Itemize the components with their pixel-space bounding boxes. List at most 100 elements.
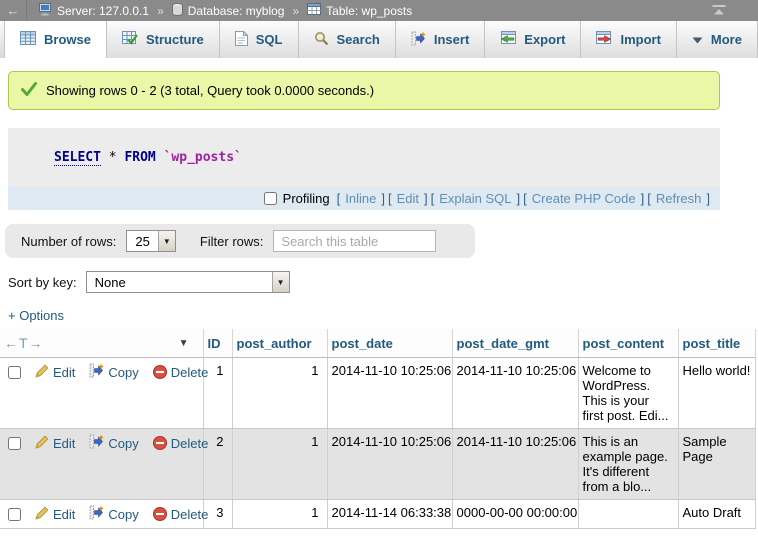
tab-structure[interactable]: Structure xyxy=(107,21,220,58)
breadcrumb-table-label: Table: wp_posts xyxy=(326,4,412,18)
database-icon xyxy=(172,3,183,19)
breadcrumb-table[interactable]: Table: wp_posts xyxy=(307,3,412,18)
table-header-row: ←T→ ▼ ID post_author post_date post_date… xyxy=(0,329,755,358)
sql-keyword-select[interactable]: SELECT xyxy=(54,150,101,166)
delete-icon xyxy=(153,365,167,379)
breadcrumb-separator: » xyxy=(292,4,299,18)
tab-export-label: Export xyxy=(524,32,565,47)
tab-import-label: Import xyxy=(620,32,660,47)
search-icon xyxy=(314,31,329,49)
copy-row-link[interactable]: Copy xyxy=(89,363,138,381)
import-icon xyxy=(596,31,612,48)
copy-row-link[interactable]: Copy xyxy=(89,505,138,523)
sort-by-key-value: None xyxy=(87,275,272,290)
pencil-icon xyxy=(35,506,49,523)
refresh-link[interactable]: Refresh xyxy=(656,191,702,206)
status-message: Showing rows 0 - 2 (3 total, Query took … xyxy=(8,71,720,110)
query-footer: Profiling [ Inline ] [ Edit ] [ Explain … xyxy=(8,187,720,210)
column-menu-icon[interactable]: ▼ xyxy=(179,338,189,349)
server-icon xyxy=(39,3,52,19)
bracket: [ xyxy=(523,191,527,206)
copy-label: Copy xyxy=(108,365,138,380)
column-header-post-date-gmt[interactable]: post_date_gmt xyxy=(452,329,578,358)
cell-post-author: 1 xyxy=(232,358,327,429)
tab-export[interactable]: Export xyxy=(485,21,581,58)
sort-control-row: Sort by key: None ▼ xyxy=(8,271,758,293)
rows-control-bar: Number of rows: 25 ▼ Filter rows: xyxy=(5,224,475,258)
edit-label: Edit xyxy=(53,436,75,451)
explain-sql-link[interactable]: Explain SQL xyxy=(439,191,511,206)
tab-sql[interactable]: SQL xyxy=(220,21,299,58)
breadcrumb-server[interactable]: Server: 127.0.0.1 xyxy=(39,3,149,19)
export-icon xyxy=(500,31,516,48)
edit-query-link[interactable]: Edit xyxy=(397,191,419,206)
bracket: ] xyxy=(706,191,710,206)
copy-icon xyxy=(89,434,104,452)
sort-by-key-select[interactable]: None ▼ xyxy=(86,271,290,293)
profiling-label: Profiling xyxy=(283,191,330,206)
copy-icon xyxy=(89,505,104,523)
table-row: Edit Copy Delete 3 1 2014-11-14 06:33:38… xyxy=(0,500,755,529)
number-of-rows-select[interactable]: 25 ▼ xyxy=(126,230,175,252)
sql-star: * xyxy=(109,150,117,165)
breadcrumb-database-label: Database: myblog xyxy=(188,4,285,18)
filter-rows-label: Filter rows: xyxy=(200,234,264,249)
filter-rows-input[interactable] xyxy=(273,230,436,252)
cell-post-date-gmt: 0000-00-00 00:00:00 xyxy=(452,500,578,529)
breadcrumb-database[interactable]: Database: myblog xyxy=(172,3,285,19)
cell-post-date: 2014-11-14 06:33:38 xyxy=(327,500,452,529)
tab-browse-label: Browse xyxy=(44,32,91,47)
delete-row-link[interactable]: Delete xyxy=(153,436,209,451)
number-of-rows-value: 25 xyxy=(127,234,157,249)
row-checkbox[interactable] xyxy=(8,366,21,379)
back-arrow-icon[interactable]: ← xyxy=(0,0,27,21)
edit-label: Edit xyxy=(53,365,75,380)
column-header-id[interactable]: ID xyxy=(203,329,232,358)
tab-more[interactable]: More xyxy=(677,21,758,58)
table-row: Edit Copy Delete 1 1 2014-11-10 10:25:06… xyxy=(0,358,755,429)
column-header-post-title[interactable]: post_title xyxy=(678,329,755,358)
collapse-panel-icon[interactable] xyxy=(712,5,726,16)
sql-icon xyxy=(235,31,248,49)
cell-post-date: 2014-11-10 10:25:06 xyxy=(327,429,452,500)
column-header-post-author[interactable]: post_author xyxy=(232,329,327,358)
row-checkbox[interactable] xyxy=(8,437,21,450)
sql-table-name: `wp_posts` xyxy=(164,150,242,165)
edit-row-link[interactable]: Edit xyxy=(35,364,75,381)
bracket: ] xyxy=(517,191,521,206)
delete-row-link[interactable]: Delete xyxy=(153,507,209,522)
inline-link[interactable]: Inline xyxy=(345,191,376,206)
row-checkbox[interactable] xyxy=(8,508,21,521)
cell-post-date-gmt: 2014-11-10 10:25:06 xyxy=(452,358,578,429)
column-header-post-content[interactable]: post_content xyxy=(578,329,678,358)
tab-bar: Browse Structure SQL Search Insert Expor… xyxy=(0,21,707,58)
tab-search-label: Search xyxy=(337,32,380,47)
profiling-checkbox[interactable] xyxy=(264,192,277,205)
actions-header-cell: ←T→ ▼ xyxy=(0,329,203,358)
tab-browse[interactable]: Browse xyxy=(4,21,107,58)
delete-icon xyxy=(153,436,167,450)
number-of-rows-label: Number of rows: xyxy=(21,234,116,249)
tab-search[interactable]: Search xyxy=(299,21,396,58)
status-message-text: Showing rows 0 - 2 (3 total, Query took … xyxy=(46,83,374,98)
tab-import[interactable]: Import xyxy=(581,21,676,58)
edit-row-link[interactable]: Edit xyxy=(35,435,75,452)
breadcrumb-separator: » xyxy=(157,4,164,18)
options-toggle-link[interactable]: + Options xyxy=(8,308,64,323)
bracket: [ xyxy=(337,191,341,206)
edit-row-link[interactable]: Edit xyxy=(35,506,75,523)
delete-row-link[interactable]: Delete xyxy=(153,365,209,380)
copy-icon xyxy=(89,363,104,381)
create-php-code-link[interactable]: Create PHP Code xyxy=(532,191,636,206)
cell-post-author: 1 xyxy=(232,429,327,500)
cell-post-date-gmt: 2014-11-10 10:25:06 xyxy=(452,429,578,500)
row-actions-cell: Edit Copy Delete xyxy=(0,500,203,529)
table-icon xyxy=(307,3,321,18)
copy-label: Copy xyxy=(108,507,138,522)
copy-row-link[interactable]: Copy xyxy=(89,434,138,452)
tab-insert[interactable]: Insert xyxy=(396,21,485,58)
delete-label: Delete xyxy=(171,365,209,380)
transpose-icon[interactable]: ←T→ xyxy=(4,335,44,351)
column-header-post-date[interactable]: post_date xyxy=(327,329,452,358)
sql-query-text: SELECT * FROM `wp_posts` xyxy=(8,128,720,187)
